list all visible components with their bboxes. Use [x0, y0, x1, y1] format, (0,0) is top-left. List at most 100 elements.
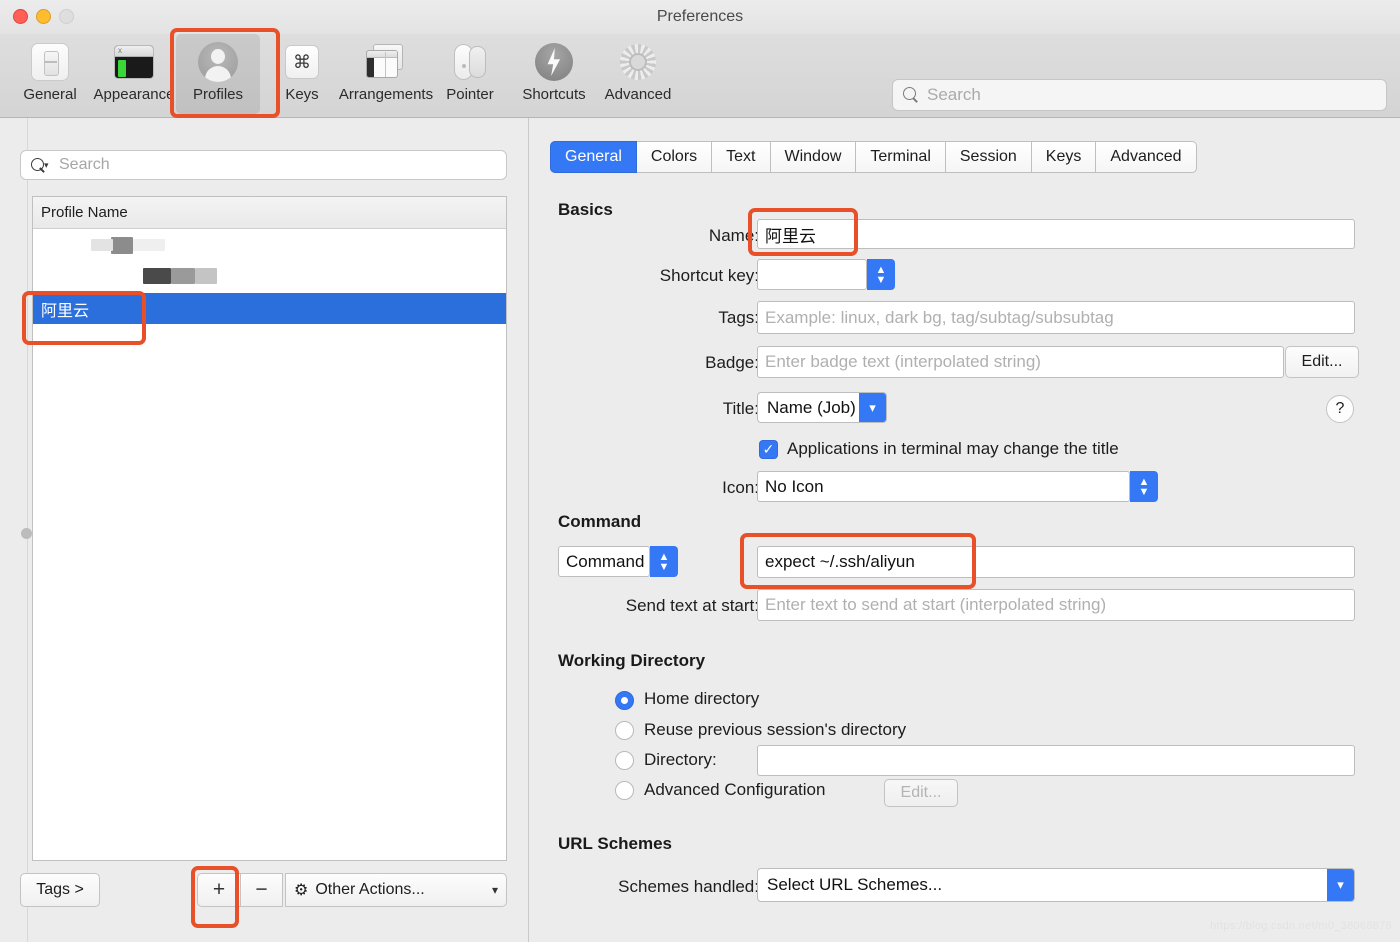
label-directory: Directory: [644, 750, 717, 769]
icon-stepper[interactable]: ▲ ▼ [1130, 471, 1158, 502]
working-directory-section-title: Working Directory [558, 651, 706, 670]
profile-settings-panel: General Colors Text Window Terminal Sess… [528, 118, 1400, 942]
toolbar-item-pointer[interactable]: Pointer [428, 34, 512, 114]
radio-home-directory[interactable] [615, 691, 634, 710]
basics-section-title: Basics [558, 200, 613, 219]
tags-placeholder: Example: linux, dark bg, tag/subtag/subs… [765, 307, 1114, 327]
title-label: Title: [722, 399, 759, 418]
url-schemes-value: Select URL Schemes... [767, 875, 943, 894]
toolbar-label-keys: Keys [285, 86, 319, 103]
toolbar-item-shortcuts[interactable]: Shortcuts [512, 34, 596, 114]
url-schemes-select[interactable]: Select URL Schemes... ▾ [757, 868, 1355, 902]
chevron-down-icon: ▾ [859, 393, 886, 422]
windows-icon [364, 40, 408, 84]
help-button[interactable]: ? [1326, 395, 1354, 423]
icon-select-value: No Icon [765, 476, 824, 496]
profiles-sidebar: ▾ Search Profile Name 阿里云 Tags > + − ⚙ O… [0, 118, 527, 942]
tab-colors[interactable]: Colors [636, 141, 713, 173]
toolbar-search-placeholder: Search [927, 85, 981, 104]
tags-label: Tags: [718, 308, 759, 327]
chevron-up-icon: ▲ [875, 263, 887, 276]
toolbar-item-general[interactable]: General [8, 34, 92, 114]
profile-search-placeholder: Search [59, 156, 110, 173]
title-bar: Preferences [0, 0, 1400, 34]
tab-window[interactable]: Window [770, 141, 857, 173]
tags-button[interactable]: Tags > [20, 873, 100, 907]
name-input-value: 阿里云 [765, 226, 816, 246]
remove-profile-button[interactable]: − [240, 873, 283, 907]
tab-terminal[interactable]: Terminal [856, 141, 946, 173]
split-handle[interactable] [21, 528, 32, 539]
chevron-down-icon: ▼ [1138, 485, 1150, 498]
shortcut-key-input[interactable] [757, 259, 867, 290]
profiles-column-header: Profile Name [33, 197, 506, 229]
tab-keys[interactable]: Keys [1031, 141, 1097, 173]
send-text-input[interactable]: Enter text to send at start (interpolate… [757, 589, 1355, 621]
radio-directory[interactable] [615, 751, 634, 770]
toolbar-label-general: General [23, 86, 77, 103]
badge-input[interactable]: Enter badge text (interpolated string) [757, 346, 1284, 378]
command-type-stepper[interactable]: ▲ ▼ [650, 546, 678, 577]
shortcut-key-stepper[interactable]: ▲ ▼ [867, 259, 895, 290]
toolbar-item-advanced[interactable]: Advanced [596, 34, 680, 114]
tab-general[interactable]: General [550, 141, 637, 173]
table-row-selected[interactable]: 阿里云 [33, 293, 506, 324]
tab-text[interactable]: Text [712, 141, 771, 173]
search-icon [903, 87, 919, 103]
title-select-value: Name (Job) [767, 397, 856, 417]
preferences-toolbar: General x Appearance Profiles ⌘ Keys Arr… [0, 34, 1400, 118]
toolbar-search-field[interactable]: Search [892, 79, 1387, 111]
search-icon: ▾ [31, 157, 51, 173]
chevron-down-icon: ▼ [875, 273, 887, 286]
badge-label: Badge: [705, 353, 759, 372]
label-reuse-previous: Reuse previous session's directory [644, 720, 907, 739]
label-home-directory: Home directory [644, 689, 760, 708]
send-text-label: Send text at start: [625, 596, 759, 615]
command-type-select[interactable]: Command [558, 546, 650, 577]
add-remove-group: + − [197, 873, 283, 907]
toolbar-label-shortcuts: Shortcuts [522, 86, 586, 103]
command-section-title: Command [558, 512, 642, 531]
table-row[interactable] [33, 261, 506, 293]
other-actions-button[interactable]: ⚙ Other Actions... ▾ [285, 873, 507, 907]
advanced-config-edit-button[interactable]: Edit... [884, 779, 958, 807]
label-advanced-configuration: Advanced Configuration [644, 780, 826, 799]
toolbar-label-appearance: Appearance [93, 86, 175, 103]
profiles-icon [196, 40, 240, 84]
app-change-title-checkbox[interactable]: ✓ [759, 440, 778, 459]
directory-input[interactable] [757, 745, 1355, 776]
toolbar-item-appearance[interactable]: x Appearance [92, 34, 176, 114]
send-text-placeholder: Enter text to send at start (interpolate… [765, 595, 1107, 614]
mouse-icon [448, 40, 492, 84]
radio-advanced-configuration[interactable] [615, 781, 634, 800]
window-title: Preferences [656, 8, 744, 25]
gear-icon [616, 40, 660, 84]
chevron-down-icon: ▾ [1327, 869, 1354, 901]
command-input-value: expect ~/.ssh/aliyun [765, 552, 915, 571]
add-profile-button[interactable]: + [197, 873, 240, 907]
command-type-value: Command [566, 551, 645, 571]
toolbar-item-profiles[interactable]: Profiles [176, 34, 260, 114]
badge-edit-button[interactable]: Edit... [1285, 346, 1359, 378]
url-schemes-section-title: URL Schemes [558, 834, 673, 853]
preferences-window: Preferences General x Appearance Profile… [0, 0, 1400, 942]
table-row[interactable] [33, 229, 506, 261]
schemes-handled-label: Schemes handled: [618, 877, 759, 896]
profiles-table: Profile Name 阿里云 [32, 196, 507, 861]
tab-session[interactable]: Session [945, 141, 1032, 173]
command-input[interactable]: expect ~/.ssh/aliyun [757, 546, 1355, 578]
chevron-up-icon: ▲ [1138, 475, 1150, 488]
bolt-icon [532, 40, 576, 84]
tags-input[interactable]: Example: linux, dark bg, tag/subtag/subs… [757, 301, 1355, 334]
toolbar-item-keys[interactable]: ⌘ Keys [260, 34, 344, 114]
toolbar-label-advanced: Advanced [604, 86, 672, 103]
toolbar-item-arrangements[interactable]: Arrangements [339, 34, 433, 114]
radio-reuse-previous[interactable] [615, 721, 634, 740]
tab-advanced[interactable]: Advanced [1096, 141, 1197, 173]
profile-search-input[interactable]: ▾ Search [20, 150, 507, 180]
title-select[interactable]: Name (Job) ▾ [757, 392, 887, 423]
name-input[interactable]: 阿里云 [757, 219, 1355, 249]
icon-select[interactable]: No Icon [757, 471, 1130, 502]
shortcut-key-label: Shortcut key: [659, 266, 759, 285]
chevron-down-icon: ▾ [491, 883, 498, 897]
